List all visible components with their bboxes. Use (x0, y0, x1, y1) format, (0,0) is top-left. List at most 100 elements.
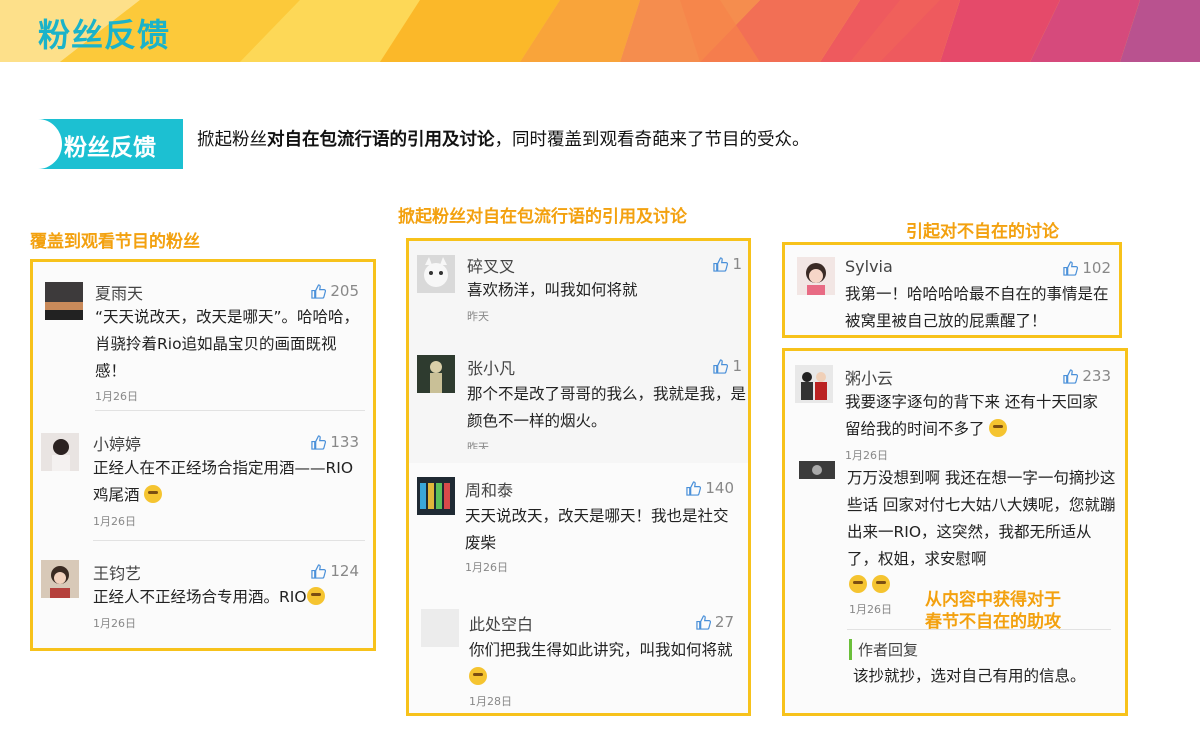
middle-column-heading: 掀起粉丝对自在包流行语的引用及讨论 (398, 207, 687, 227)
like-count[interactable]: 1 (713, 255, 742, 273)
thumbs-up-icon (311, 283, 327, 299)
comment-date: 1月26日 (95, 390, 138, 403)
reply-date: 1月26日 (849, 603, 892, 616)
author-reply-text: 该抄就抄，选对自己有用的信息。 (853, 667, 1086, 685)
avatar (799, 461, 835, 479)
smile-emoji-icon (989, 419, 1008, 437)
section-tag-label: 粉丝反馈 (64, 135, 156, 161)
thumbs-up-icon (1063, 260, 1079, 276)
thumbs-up-icon (1063, 368, 1079, 384)
comment-date: 1月26日 (93, 515, 136, 528)
comment-text: 正经人不正经场合专用酒。RIO (93, 584, 365, 611)
thumbs-up-icon (686, 480, 702, 496)
sunglasses-emoji-icon (306, 587, 325, 605)
banner-background (0, 0, 1200, 62)
section-intro: 掀起粉丝对自在包流行语的引用及讨论，同时覆盖到观看奇葩来了节目的受众。 (197, 126, 810, 151)
comment-text: 正经人在不正经场合指定用酒——RIO鸡尾酒 (93, 455, 365, 509)
author-reply-label: 作者回复 (849, 639, 918, 660)
like-count[interactable]: 133 (311, 433, 359, 451)
commenter-name: Sylvia (845, 257, 893, 276)
reply-text: 万万没想到啊 我还在想一字一句摘抄这些话 回家对付七大姑八大姨呢，您就蹦出来一R… (847, 469, 1116, 568)
laughing-emoji-icon (144, 485, 163, 503)
right-bottom-comment-panel: 粥小云 233 我要逐字逐句的背下来 还有十天回家 留给我的时间不多了 1月26… (782, 348, 1128, 716)
highlight-note-line1: 从内容中获得对于 (925, 590, 1061, 610)
thumbs-up-icon (696, 614, 711, 630)
grinning-emoji-icon (469, 667, 487, 685)
comment-text: 我第一！哈哈哈哈最不自在的事情是在被窝里被自己放的屁熏醒了！ (845, 285, 1109, 330)
comment-date: 昨天 (467, 441, 489, 449)
commenter-name: 此处空白 (469, 615, 534, 634)
comment-text: 那个不是改了哥哥的我么，我就是我，是颜色不一样的烟火。 (467, 385, 747, 430)
divider (847, 629, 1111, 630)
like-count-value: 205 (330, 282, 359, 300)
avatar (417, 477, 455, 515)
divider (95, 410, 365, 411)
like-count-value: 140 (705, 479, 734, 497)
avatar (795, 365, 833, 403)
avatar (417, 355, 455, 393)
comment-text-body: 正经人在不正经场合指定用酒——RIO鸡尾酒 (93, 459, 354, 504)
comment-text-body: 正经人不正经场合专用酒。RIO (93, 588, 307, 606)
intro-bold: 对自在包流行语的引用及讨论 (267, 130, 495, 150)
comment-text: 喜欢杨洋，叫我如何将就 (467, 281, 638, 299)
comment-text: 天天说改天，改天是哪天！我也是社交废柴 (465, 507, 729, 552)
like-count[interactable]: 1 (713, 357, 742, 375)
comment-text-body: 你们把我生得如此讲究，叫我如何将就 (469, 641, 733, 659)
commenter-name: 王钧艺 (93, 564, 142, 583)
intro-suffix: ，同时覆盖到观看奇葩来了节目的受众。 (494, 130, 810, 150)
commenter-name: 周和泰 (465, 481, 514, 500)
header-banner: 粉丝反馈 (0, 0, 1200, 62)
intro-prefix: 掀起粉丝 (197, 130, 267, 150)
comment-text-body: 我要逐字逐句的背下来 还有十天回家 留给我的时间不多了 (845, 393, 1098, 438)
avatar (41, 560, 79, 598)
comment-date: 1月28日 (469, 695, 512, 708)
like-count-value: 102 (1082, 259, 1111, 277)
like-count[interactable]: 205 (311, 282, 359, 300)
left-comments-panel: 夏雨天 205 “天天说改天，改天是哪天”。哈哈哈，肖骁拎着Rio追如晶宝贝的画… (30, 259, 376, 651)
section-tag: 粉丝反馈 (14, 119, 183, 169)
like-count-value: 124 (330, 562, 359, 580)
avatar (45, 282, 83, 320)
right-top-comment-panel: Sylvia 102 我第一！哈哈哈哈最不自在的事情是在被窝里被自己放的屁熏醒了… (782, 242, 1122, 338)
commenter-name: 张小凡 (467, 359, 516, 378)
thumbs-up-icon (713, 256, 729, 272)
thumbs-up-icon (713, 358, 729, 374)
comment-date: 昨天 (467, 310, 489, 323)
crying-emoji-icon (849, 575, 867, 593)
like-count-value: 233 (1082, 367, 1111, 385)
thumbs-up-icon (311, 563, 327, 579)
comment-date: 1月26日 (845, 449, 888, 462)
like-count-value: 133 (330, 433, 359, 451)
thumbs-up-icon (311, 434, 327, 450)
left-column-heading: 覆盖到观看节目的粉丝 (30, 232, 200, 252)
comment-date: 1月26日 (465, 561, 508, 574)
commenter-name: 夏雨天 (95, 284, 144, 303)
avatar (417, 255, 455, 293)
like-count[interactable]: 233 (1063, 367, 1111, 385)
comment-text: “天天说改天，改天是哪天”。哈哈哈，肖骁拎着Rio追如晶宝贝的画面既视感！ (95, 308, 360, 380)
middle-comments-panel: 碎叉叉 1 喜欢杨洋，叫我如何将就 昨天 张小凡 1 那个不是改了哥哥的我么，我… (406, 238, 751, 716)
like-count-value: 1 (732, 357, 742, 375)
page-title: 粉丝反馈 (38, 16, 171, 54)
like-count[interactable]: 27 (696, 613, 734, 631)
divider (93, 540, 365, 541)
comment-text: 你们把我生得如此讲究，叫我如何将就 (469, 637, 739, 691)
right-column-heading: 引起对不自在的讨论 (906, 222, 1059, 242)
avatar (797, 257, 835, 295)
comment-date: 1月26日 (93, 617, 136, 630)
commenter-name: 小婷婷 (93, 435, 142, 454)
like-count[interactable]: 124 (311, 562, 359, 580)
comment-item: 周和泰 140 天天说改天，改天是哪天！我也是社交废柴 1月26日 (409, 463, 748, 583)
like-count[interactable]: 102 (1063, 259, 1111, 277)
comment-item: 此处空白 27 你们把我生得如此讲究，叫我如何将就 1月28日 (409, 583, 748, 713)
avatar (421, 609, 459, 647)
like-count-value: 1 (732, 255, 742, 273)
reply-emojis (849, 575, 891, 594)
commenter-name: 碎叉叉 (467, 257, 516, 276)
like-count-value: 27 (714, 613, 734, 631)
like-count[interactable]: 140 (686, 479, 734, 497)
commenter-name: 粥小云 (845, 369, 894, 388)
comment-text: 我要逐字逐句的背下来 还有十天回家 留给我的时间不多了 (845, 389, 1117, 443)
crying-emoji-icon (872, 575, 891, 593)
avatar (41, 433, 79, 471)
